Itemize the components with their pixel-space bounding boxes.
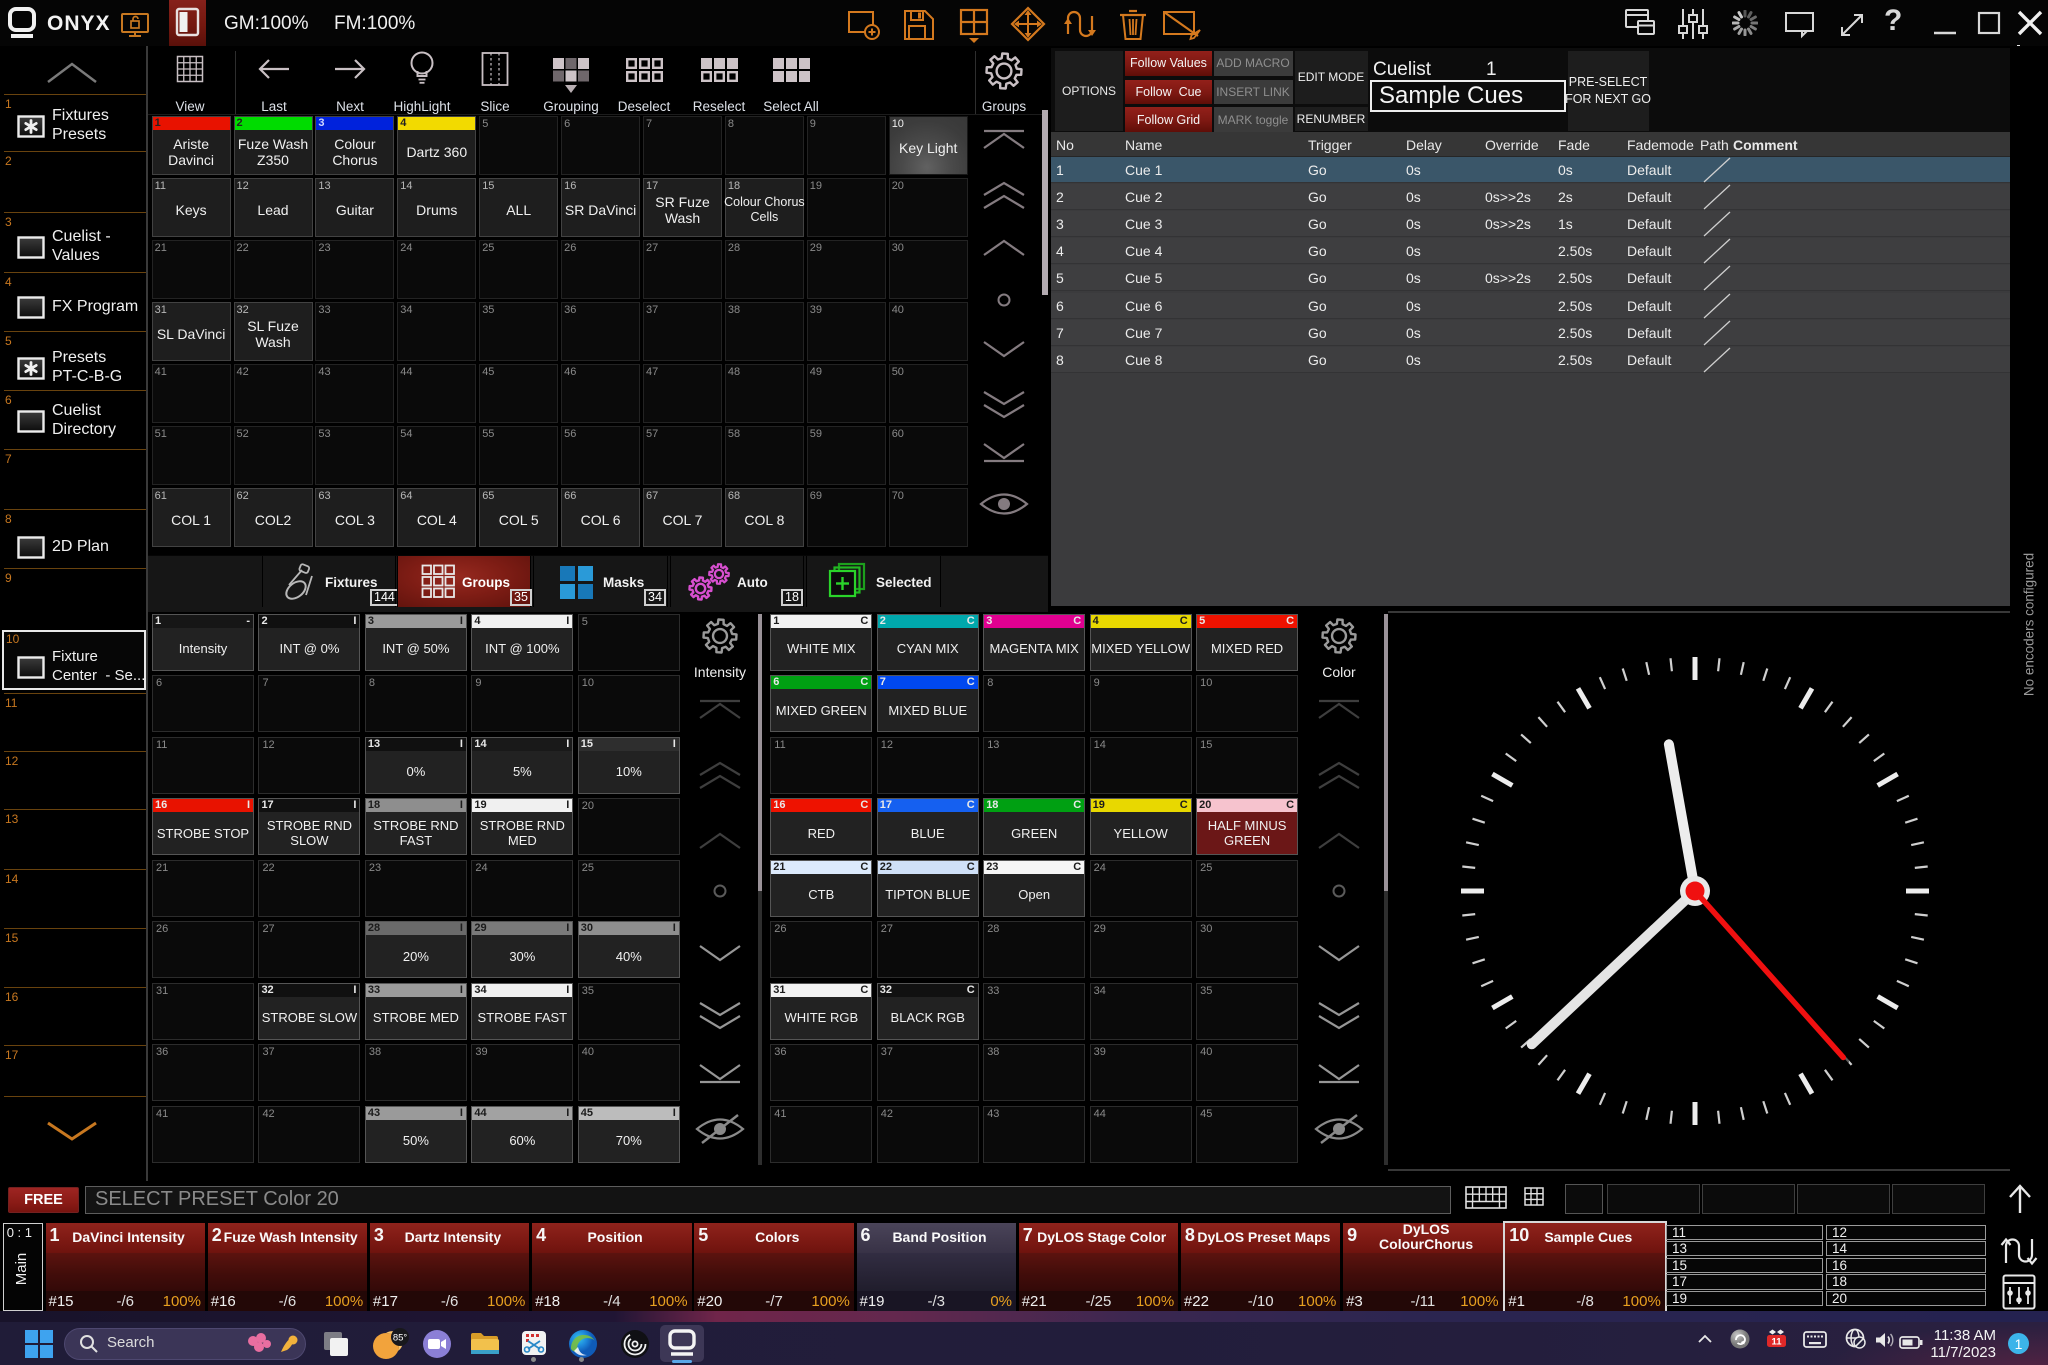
svg-text:85°: 85° <box>393 1333 408 1344</box>
svg-text:11: 11 <box>1771 1337 1782 1348</box>
